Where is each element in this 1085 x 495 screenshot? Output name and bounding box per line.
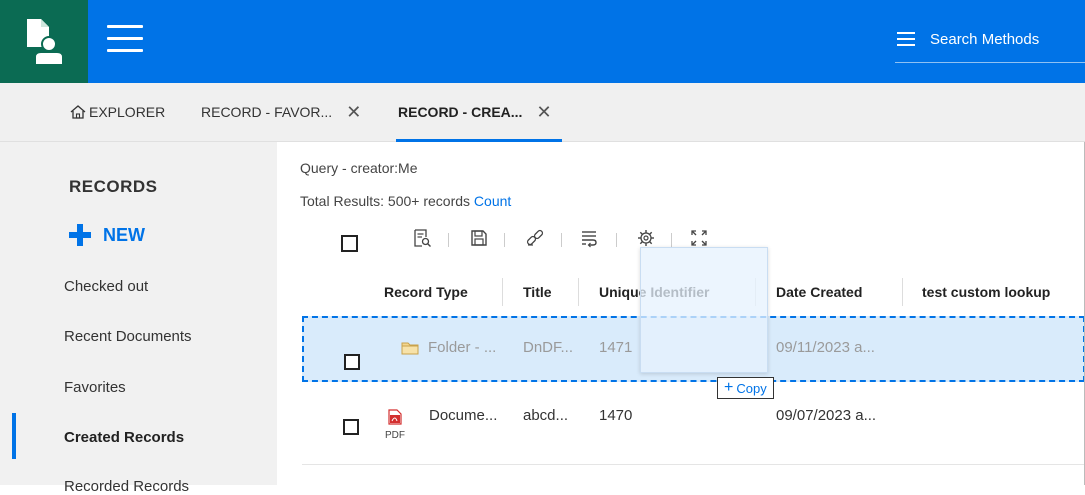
column-divider[interactable]	[578, 278, 579, 306]
toolbar-divider	[448, 233, 449, 247]
cell-date-created: 09/07/2023 a...	[776, 407, 877, 424]
new-record-button[interactable]: NEW	[69, 224, 145, 246]
sidebar-item-recent-documents[interactable]: Recent Documents	[64, 328, 192, 345]
column-header-date-created[interactable]: Date Created	[776, 284, 862, 300]
app-logo-icon	[27, 18, 64, 66]
tab-record-created[interactable]: RECORD - CREA... ✕	[398, 83, 552, 141]
tab-record-favorites[interactable]: RECORD - FAVOR... ✕	[201, 83, 361, 141]
sidebar-title: RECORDS	[69, 177, 158, 196]
pdf-icon	[388, 409, 402, 425]
active-tab-indicator	[396, 139, 562, 142]
sidebar-active-indicator	[12, 413, 16, 459]
column-header-title[interactable]: Title	[523, 284, 552, 300]
row-divider	[302, 464, 1085, 465]
toolbar-divider	[504, 233, 505, 247]
row-checkbox[interactable]	[344, 354, 360, 370]
total-results-text: Total Results: 500+ records	[300, 193, 471, 209]
column-header-record-type[interactable]: Record Type	[384, 284, 468, 300]
drag-ghost	[640, 247, 768, 373]
toolbar-divider	[671, 233, 672, 247]
close-icon[interactable]: ✕	[536, 102, 551, 123]
toolbar-divider	[616, 233, 617, 247]
close-icon[interactable]: ✕	[346, 102, 361, 123]
search-methods-placeholder: Search Methods	[930, 31, 1040, 48]
cell-title: abcd...	[523, 407, 569, 424]
count-link[interactable]: Count	[474, 193, 511, 209]
cell-record-type: Folder - ...	[428, 339, 497, 356]
plus-icon: +	[724, 379, 734, 396]
plus-icon	[69, 224, 91, 246]
tab-record-created-label: RECORD - CREA...	[398, 104, 523, 120]
search-record-icon[interactable]	[412, 228, 434, 250]
records-sidebar: RECORDS NEW Checked out Recent Documents…	[0, 142, 277, 495]
cell-unique-identifier: 1470	[599, 407, 633, 424]
sidebar-item-favorites[interactable]: Favorites	[64, 379, 126, 396]
wrap-text-icon[interactable]	[579, 228, 601, 250]
drag-copy-tooltip: + Copy	[717, 377, 774, 399]
cell-unique-identifier: 1471	[599, 339, 633, 356]
total-results: Total Results: 500+ records Count	[300, 193, 511, 209]
search-menu-icon[interactable]	[897, 32, 915, 46]
column-header-test-custom-lookup[interactable]: test custom lookup	[922, 284, 1050, 300]
cell-date-created: 09/11/2023 a...	[776, 339, 875, 356]
cell-record-type: Docume...	[429, 407, 498, 424]
app-logo[interactable]	[0, 0, 88, 83]
tab-explorer[interactable]: EXPLORER	[70, 83, 165, 141]
sidebar-item-recorded-records[interactable]: Recorded Records	[64, 478, 189, 495]
home-icon	[70, 105, 86, 119]
column-divider[interactable]	[902, 278, 903, 306]
tab-record-favorites-label: RECORD - FAVOR...	[201, 104, 333, 120]
select-all-checkbox[interactable]	[341, 235, 358, 252]
main-menu-icon[interactable]	[107, 25, 143, 53]
new-record-label: NEW	[103, 224, 145, 245]
drag-copy-label: Copy	[736, 380, 767, 396]
top-app-bar: Search Methods	[0, 0, 1085, 83]
cell-title: DnDF...	[523, 339, 574, 356]
toolbar-divider	[561, 233, 562, 247]
row-checkbox[interactable]	[343, 419, 359, 435]
pdf-label: PDF	[385, 430, 405, 441]
link-icon[interactable]	[525, 228, 547, 250]
sidebar-item-created-records[interactable]: Created Records	[64, 429, 184, 446]
search-methods-field[interactable]: Search Methods	[895, 28, 1085, 63]
sidebar-item-checked-out[interactable]: Checked out	[64, 278, 148, 295]
save-icon[interactable]	[469, 228, 491, 250]
column-divider[interactable]	[502, 278, 503, 306]
folder-icon	[401, 342, 419, 355]
tab-bar: EXPLORER RECORD - FAVOR... ✕ RECORD - CR…	[0, 83, 1085, 142]
tab-explorer-label: EXPLORER	[89, 104, 166, 120]
query-text: Query - creator:Me	[300, 160, 418, 176]
